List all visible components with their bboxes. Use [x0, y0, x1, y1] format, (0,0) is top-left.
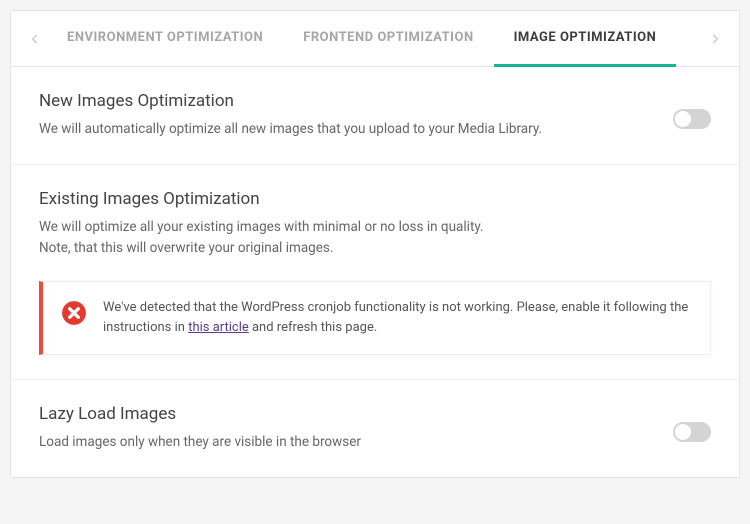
section-text: Existing Images Optimization We will opt… — [39, 189, 484, 259]
section-head: Lazy Load Images Load images only when t… — [39, 404, 711, 453]
section-existing-images-optimization: Existing Images Optimization We will opt… — [11, 165, 739, 380]
section-lazy-load-images: Lazy Load Images Load images only when t… — [11, 380, 739, 477]
toggle-lazy-load[interactable] — [673, 422, 711, 442]
tabs-next-arrow[interactable] — [703, 32, 727, 46]
chevron-right-icon — [708, 32, 722, 46]
section-new-images-optimization: New Images Optimization We will automati… — [11, 67, 739, 165]
section-head: Existing Images Optimization We will opt… — [39, 189, 711, 259]
tab-image-optimization[interactable]: IMAGE OPTIMIZATION — [494, 11, 677, 67]
toggle-knob — [675, 424, 691, 440]
chevron-left-icon — [28, 32, 42, 46]
section-title: New Images Optimization — [39, 91, 542, 111]
alert-cronjob-error: We've detected that the WordPress cronjo… — [39, 281, 711, 355]
section-description: We will optimize all your existing image… — [39, 217, 484, 259]
tabs-list: ENVIRONMENT OPTIMIZATION FRONTEND OPTIMI… — [47, 11, 703, 66]
error-icon — [61, 300, 87, 326]
settings-card: ENVIRONMENT OPTIMIZATION FRONTEND OPTIMI… — [10, 10, 740, 478]
alert-message: We've detected that the WordPress cronjo… — [103, 298, 692, 338]
alert-link[interactable]: this article — [188, 320, 249, 335]
section-title: Existing Images Optimization — [39, 189, 484, 209]
section-head: New Images Optimization We will automati… — [39, 91, 711, 140]
description-line: Note, that this will overwrite your orig… — [39, 240, 333, 256]
tab-frontend-optimization[interactable]: FRONTEND OPTIMIZATION — [283, 11, 493, 67]
description-line: We will optimize all your existing image… — [39, 219, 484, 235]
tab-environment-optimization[interactable]: ENVIRONMENT OPTIMIZATION — [47, 11, 283, 67]
section-description: Load images only when they are visible i… — [39, 432, 361, 453]
section-description: We will automatically optimize all new i… — [39, 119, 542, 140]
toggle-knob — [675, 111, 691, 127]
alert-text-after: and refresh this page. — [249, 320, 378, 335]
tabs-bar: ENVIRONMENT OPTIMIZATION FRONTEND OPTIMI… — [11, 11, 739, 67]
section-title: Lazy Load Images — [39, 404, 361, 424]
toggle-new-images[interactable] — [673, 109, 711, 129]
tabs-prev-arrow[interactable] — [23, 32, 47, 46]
section-text: New Images Optimization We will automati… — [39, 91, 542, 140]
section-text: Lazy Load Images Load images only when t… — [39, 404, 361, 453]
